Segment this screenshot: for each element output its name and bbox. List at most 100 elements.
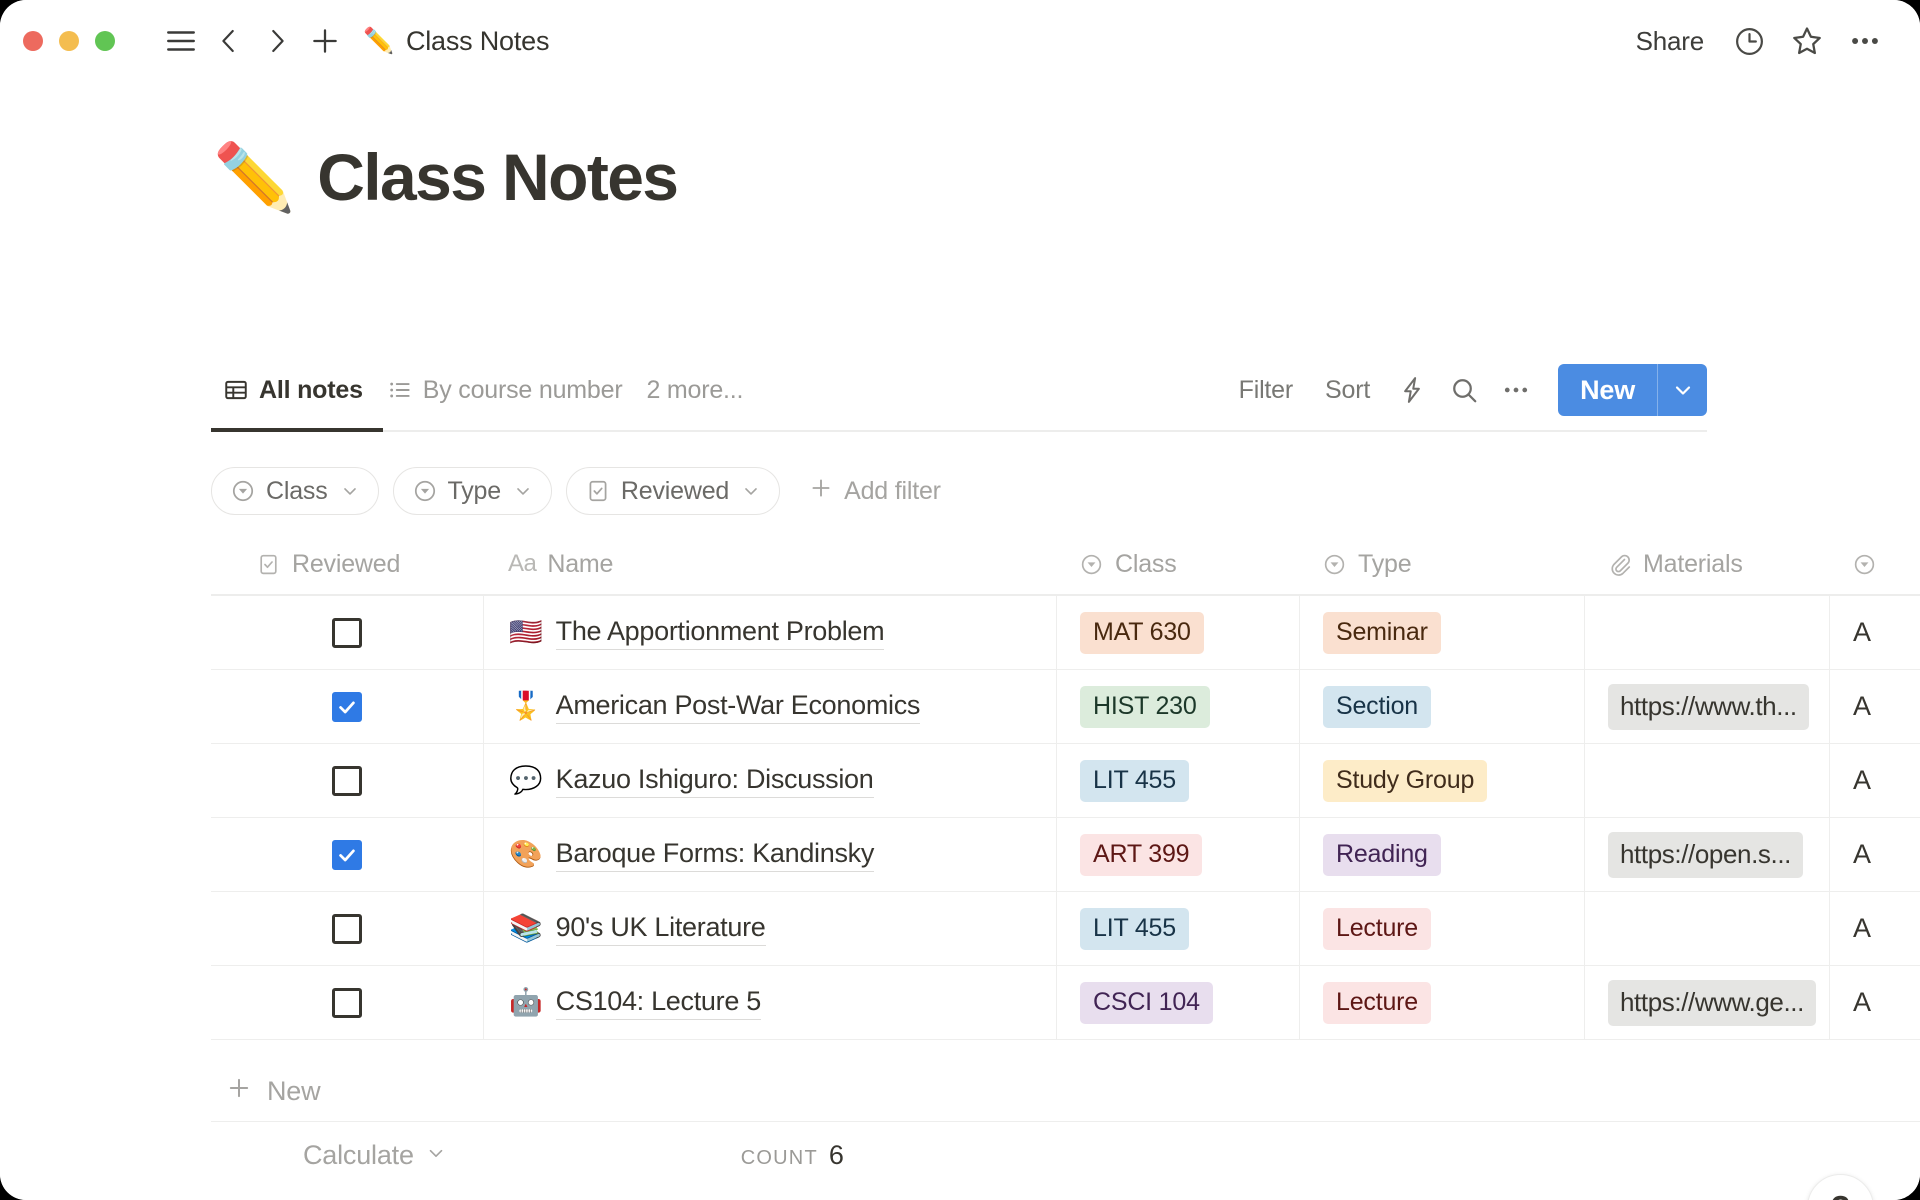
- row-materials-cell[interactable]: [1584, 892, 1829, 965]
- tab-active-indicator: [211, 428, 383, 432]
- close-window-button[interactable]: [23, 31, 43, 51]
- breadcrumb[interactable]: ✏️ Class Notes: [363, 26, 549, 57]
- maximize-window-button[interactable]: [95, 31, 115, 51]
- row-name-cell[interactable]: 🎨 Baroque Forms: Kandinsky: [483, 818, 1056, 891]
- row-reviewed-cell[interactable]: [211, 670, 483, 743]
- row-reviewed-cell[interactable]: [211, 818, 483, 891]
- row-type-cell[interactable]: Study Group: [1299, 744, 1584, 817]
- row-materials-cell[interactable]: https://www.th...: [1584, 670, 1829, 743]
- filter-chip-class[interactable]: Class: [211, 467, 379, 515]
- chevron-down-icon: [741, 481, 761, 501]
- materials-link[interactable]: https://open.s...: [1608, 831, 1803, 878]
- tab-more[interactable]: 2 more...: [634, 359, 755, 421]
- row-extra-cell[interactable]: A: [1829, 818, 1920, 891]
- row-type-cell[interactable]: Reading: [1299, 818, 1584, 891]
- row-name-cell[interactable]: 🇺🇸 The Apportionment Problem: [483, 596, 1056, 669]
- row-type-cell[interactable]: Seminar: [1299, 596, 1584, 669]
- row-type-cell[interactable]: Lecture: [1299, 892, 1584, 965]
- history-icon[interactable]: [1720, 13, 1778, 69]
- row-reviewed-cell[interactable]: [211, 966, 483, 1039]
- row-name-cell[interactable]: 🤖 CS104: Lecture 5: [483, 966, 1056, 1039]
- row-materials-cell[interactable]: [1584, 596, 1829, 669]
- column-header-name[interactable]: Aa Name: [483, 534, 1056, 594]
- row-class-cell[interactable]: CSCI 104: [1056, 966, 1299, 1039]
- row-name-label[interactable]: American Post-War Economics: [555, 690, 920, 724]
- materials-link[interactable]: https://www.th...: [1608, 683, 1809, 730]
- reviewed-checkbox[interactable]: [332, 913, 362, 944]
- count-summary[interactable]: COUNT 6: [741, 1140, 844, 1171]
- row-materials-cell[interactable]: https://www.ge...: [1584, 966, 1829, 1039]
- add-new-row-button[interactable]: New: [211, 1062, 1920, 1122]
- column-header-type[interactable]: Type: [1299, 534, 1584, 594]
- sort-button[interactable]: Sort: [1309, 376, 1386, 405]
- row-name-cell[interactable]: 📚 90's UK Literature: [483, 892, 1056, 965]
- row-type-cell[interactable]: Lecture: [1299, 966, 1584, 1039]
- share-button[interactable]: Share: [1620, 26, 1720, 57]
- row-name-label[interactable]: The Apportionment Problem: [555, 616, 885, 650]
- filter-chip-type[interactable]: Type: [392, 467, 552, 515]
- row-name-cell[interactable]: 🎖️ American Post-War Economics: [483, 670, 1056, 743]
- chevron-down-icon[interactable]: [1657, 364, 1707, 416]
- row-reviewed-cell[interactable]: [211, 892, 483, 965]
- tab-underline: [211, 430, 1707, 432]
- row-materials-cell[interactable]: https://open.s...: [1584, 818, 1829, 891]
- column-header-materials[interactable]: Materials: [1584, 534, 1829, 594]
- minimize-window-button[interactable]: [59, 31, 79, 51]
- add-filter-button[interactable]: Add filter: [794, 475, 941, 508]
- row-name-label[interactable]: Baroque Forms: Kandinsky: [555, 838, 874, 872]
- reviewed-checkbox[interactable]: [332, 987, 362, 1018]
- reviewed-checkbox[interactable]: [332, 839, 362, 870]
- table-row[interactable]: 🤖 CS104: Lecture 5 CSCI 104 Lecture http…: [211, 966, 1920, 1040]
- row-materials-cell[interactable]: [1584, 744, 1829, 817]
- table-row[interactable]: 🎖️ American Post-War Economics HIST 230 …: [211, 670, 1920, 744]
- reviewed-checkbox[interactable]: [332, 765, 362, 796]
- row-reviewed-cell[interactable]: [211, 744, 483, 817]
- column-header-reviewed[interactable]: Reviewed: [211, 534, 483, 594]
- row-extra-cell[interactable]: A: [1829, 596, 1920, 669]
- tab-all-notes[interactable]: All notes: [211, 359, 375, 421]
- reviewed-checkbox[interactable]: [332, 617, 362, 648]
- table-row[interactable]: 📚 90's UK Literature LIT 455 Lecture A: [211, 892, 1920, 966]
- filter-chip-reviewed[interactable]: Reviewed: [565, 467, 781, 515]
- lightning-icon[interactable]: [1386, 364, 1438, 416]
- row-name-cell[interactable]: 💬 Kazuo Ishiguro: Discussion: [483, 744, 1056, 817]
- row-class-cell[interactable]: LIT 455: [1056, 892, 1299, 965]
- row-extra-cell[interactable]: A: [1829, 966, 1920, 1039]
- row-class-cell[interactable]: LIT 455: [1056, 744, 1299, 817]
- row-name-label[interactable]: Kazuo Ishiguro: Discussion: [555, 764, 874, 798]
- column-header-type-label: Type: [1358, 549, 1412, 578]
- forward-icon[interactable]: [253, 17, 301, 65]
- row-class-cell[interactable]: ART 399: [1056, 818, 1299, 891]
- row-name-label[interactable]: CS104: Lecture 5: [555, 986, 761, 1020]
- table-row[interactable]: 🇺🇸 The Apportionment Problem MAT 630 Sem…: [211, 596, 1920, 670]
- page-title[interactable]: ✏️ Class Notes: [213, 144, 679, 210]
- tab-by-course-number[interactable]: By course number: [375, 359, 635, 421]
- row-class-cell[interactable]: MAT 630: [1056, 596, 1299, 669]
- row-name-label[interactable]: 90's UK Literature: [555, 912, 766, 946]
- materials-link[interactable]: https://www.ge...: [1608, 979, 1816, 1026]
- type-tag: Study Group: [1323, 759, 1488, 802]
- filter-button[interactable]: Filter: [1223, 376, 1309, 405]
- view-more-icon[interactable]: [1490, 364, 1542, 416]
- table-row[interactable]: 🎨 Baroque Forms: Kandinsky ART 399 Readi…: [211, 818, 1920, 892]
- back-icon[interactable]: [205, 17, 253, 65]
- column-header-extra[interactable]: [1829, 534, 1920, 594]
- star-icon[interactable]: [1778, 13, 1836, 69]
- row-class-cell[interactable]: HIST 230: [1056, 670, 1299, 743]
- menu-icon[interactable]: [157, 17, 205, 65]
- row-reviewed-cell[interactable]: [211, 596, 483, 669]
- calculate-button[interactable]: Calculate: [303, 1140, 447, 1171]
- paperclip-icon: [1607, 552, 1632, 577]
- table-row[interactable]: 💬 Kazuo Ishiguro: Discussion LIT 455 Stu…: [211, 744, 1920, 818]
- reviewed-checkbox[interactable]: [332, 691, 362, 722]
- more-icon[interactable]: [1836, 13, 1894, 69]
- row-type-cell[interactable]: Section: [1299, 670, 1584, 743]
- row-extra-cell[interactable]: A: [1829, 892, 1920, 965]
- row-extra-cell[interactable]: A: [1829, 670, 1920, 743]
- new-button[interactable]: New: [1558, 364, 1657, 416]
- plus-icon[interactable]: [301, 17, 349, 65]
- row-extra-cell[interactable]: A: [1829, 744, 1920, 817]
- column-header-class[interactable]: Class: [1056, 534, 1299, 594]
- search-icon[interactable]: [1438, 364, 1490, 416]
- app-window: ✏️ Class Notes Share ✏️ Class Notes All …: [0, 0, 1920, 1200]
